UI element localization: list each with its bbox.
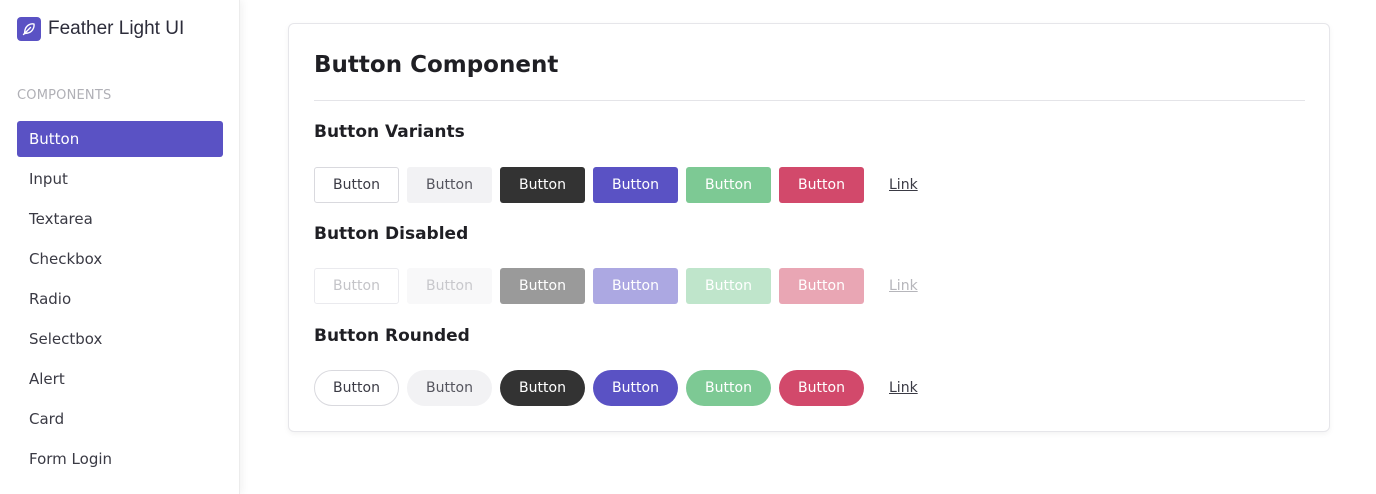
success-button-disabled: Button [686,268,771,304]
dark-button[interactable]: Button [500,167,585,203]
link-button-disabled: Link [889,268,918,304]
button-row-rounded: Button Button Button Button Button Butto… [314,370,918,406]
group-title-variants: Button Variants [314,122,465,142]
brand[interactable]: Feather Light UI [17,16,184,42]
sidebar-nav: Button Input Textarea Checkbox Radio Sel… [17,121,223,481]
link-button[interactable]: Link [889,167,918,203]
link-rounded-button[interactable]: Link [889,370,918,406]
sidebar-item-label: Input [29,170,68,188]
section-label-components: COMPONENTS [17,88,112,103]
dark-rounded-button[interactable]: Button [500,370,585,406]
sidebar-item-label: Button [29,130,80,148]
sidebar-item-selectbox[interactable]: Selectbox [17,321,223,357]
sidebar-item-checkbox[interactable]: Checkbox [17,241,223,277]
sidebar-item-label: Card [29,410,65,428]
sidebar-item-input[interactable]: Input [17,161,223,197]
light-button[interactable]: Button [407,167,492,203]
light-button-disabled: Button [407,268,492,304]
feather-icon [17,17,41,41]
sidebar-item-label: Radio [29,290,72,308]
sidebar-item-label: Alert [29,370,65,388]
primary-button[interactable]: Button [593,167,678,203]
sidebar-item-label: Selectbox [29,330,103,348]
outline-button-disabled: Button [314,268,399,304]
danger-button-disabled: Button [779,268,864,304]
sidebar-item-label: Form Login [29,450,113,468]
sidebar-item-form-login[interactable]: Form Login [17,441,223,477]
sidebar-item-radio[interactable]: Radio [17,281,223,317]
divider [314,100,1305,101]
group-title-disabled: Button Disabled [314,224,469,244]
sidebar-item-label: Textarea [29,210,93,228]
light-rounded-button[interactable]: Button [407,370,492,406]
sidebar-item-alert[interactable]: Alert [17,361,223,397]
sidebar: Feather Light UI COMPONENTS Button Input… [0,0,240,494]
primary-rounded-button[interactable]: Button [593,370,678,406]
group-title-rounded: Button Rounded [314,326,470,346]
primary-button-disabled: Button [593,268,678,304]
success-button[interactable]: Button [686,167,771,203]
sidebar-item-card[interactable]: Card [17,401,223,437]
danger-rounded-button[interactable]: Button [779,370,864,406]
sidebar-item-textarea[interactable]: Textarea [17,201,223,237]
sidebar-item-button[interactable]: Button [17,121,223,157]
success-rounded-button[interactable]: Button [686,370,771,406]
button-row-variants: Button Button Button Button Button Butto… [314,167,918,203]
dark-button-disabled: Button [500,268,585,304]
app-root: Feather Light UI COMPONENTS Button Input… [0,0,1376,494]
sidebar-item-label: Checkbox [29,250,103,268]
brand-name: Feather Light UI [48,18,185,39]
outline-rounded-button[interactable]: Button [314,370,399,406]
danger-button[interactable]: Button [779,167,864,203]
button-row-disabled: Button Button Button Button Button Butto… [314,268,918,304]
button-component-card: Button Component Button Variants Button … [288,23,1330,432]
outline-button[interactable]: Button [314,167,399,203]
page-title: Button Component [314,52,559,78]
